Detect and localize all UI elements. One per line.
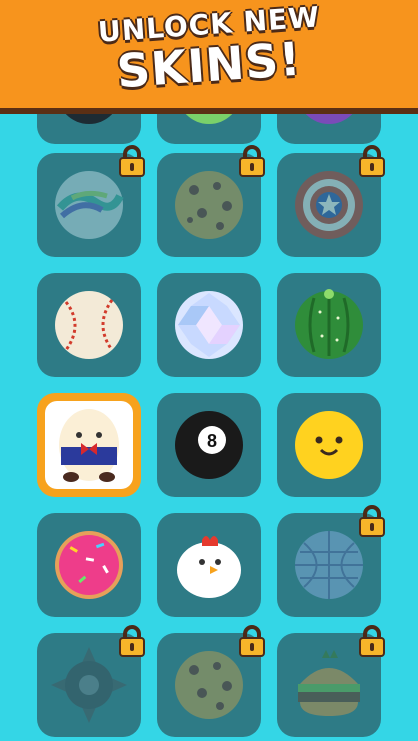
skin-tile-donut[interactable] bbox=[37, 513, 141, 617]
skin-tile-cookie-2[interactable] bbox=[157, 625, 265, 737]
skin-tile-marble[interactable] bbox=[37, 145, 145, 257]
eight-ball-icon: 8 bbox=[175, 411, 243, 479]
skin-tile-baseball[interactable] bbox=[37, 273, 141, 377]
skin-tile-cactus[interactable] bbox=[277, 273, 381, 377]
donut-icon bbox=[55, 531, 123, 599]
skin-tile-chicken[interactable] bbox=[157, 513, 261, 617]
lock-icon bbox=[359, 505, 385, 537]
diamond-icon bbox=[175, 291, 243, 359]
cookie-icon bbox=[175, 651, 243, 719]
skin-tile-diamond[interactable] bbox=[157, 273, 261, 377]
disco-ball-icon bbox=[295, 531, 363, 599]
lock-icon bbox=[119, 625, 145, 657]
eight-ball-label: 8 bbox=[207, 431, 217, 451]
smiley-icon bbox=[295, 411, 363, 479]
lock-icon bbox=[239, 145, 265, 177]
skin-tile-cookie[interactable] bbox=[157, 145, 265, 257]
chicken-icon bbox=[177, 536, 241, 598]
skin-tile-egg-character-selected[interactable] bbox=[37, 393, 141, 497]
lock-icon bbox=[359, 145, 385, 177]
shield-icon bbox=[295, 171, 363, 239]
cookie-icon bbox=[175, 171, 243, 239]
spiked-mine-icon bbox=[51, 647, 127, 723]
marble-icon bbox=[55, 171, 124, 239]
burger-icon bbox=[298, 650, 360, 716]
cactus-icon bbox=[295, 289, 363, 359]
lock-icon bbox=[239, 625, 265, 657]
skin-tile-spiked-mine[interactable] bbox=[37, 625, 145, 737]
skin-grid: 8 bbox=[0, 0, 418, 741]
egg-character-icon bbox=[59, 409, 119, 482]
lock-icon bbox=[119, 145, 145, 177]
skin-tile-smiley[interactable] bbox=[277, 393, 381, 497]
skin-tile-captain-shield[interactable] bbox=[277, 145, 385, 257]
baseball-icon bbox=[55, 291, 123, 359]
unlock-banner: UNLOCK NEW SKINS! bbox=[0, 0, 418, 108]
skin-tile-disco-ball[interactable] bbox=[277, 505, 385, 617]
lock-icon bbox=[359, 625, 385, 657]
skin-tile-eight-ball[interactable]: 8 bbox=[157, 393, 261, 497]
skin-tile-burger[interactable] bbox=[277, 625, 385, 737]
